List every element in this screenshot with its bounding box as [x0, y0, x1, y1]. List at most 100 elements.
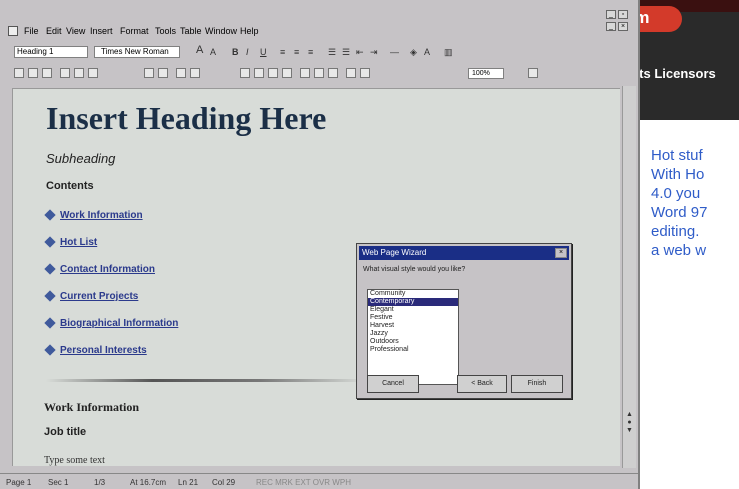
font-color-icon[interactable]: A — [424, 47, 430, 57]
grow-font-icon[interactable]: A — [196, 45, 203, 56]
increase-indent-icon[interactable]: ⇥ — [370, 47, 378, 57]
underline-icon[interactable]: U — [260, 47, 267, 57]
standard-toolbar: 100% — [0, 64, 638, 82]
section-heading: Work Information — [44, 400, 140, 414]
menu-table[interactable]: Table — [180, 26, 202, 36]
link-contact-information[interactable]: Contact Information — [44, 263, 155, 276]
close-icon[interactable]: × — [555, 248, 567, 258]
web-toolbar-icon[interactable] — [240, 68, 250, 78]
web-toolbar-icon-2[interactable] — [282, 68, 292, 78]
document-map-icon[interactable] — [346, 68, 356, 78]
status-page: Page 1 — [6, 478, 32, 487]
job-title: Job title — [44, 426, 87, 438]
document-heading: Insert Heading Here — [46, 100, 327, 136]
style-option[interactable]: Harvest — [368, 322, 458, 330]
align-center-icon[interactable]: ≡ — [294, 47, 299, 57]
side-article-text: Hot stuf With Ho 4.0 you Word 97 editing… — [651, 147, 708, 259]
dialog-title-bar: Web Page Wizard × — [359, 246, 569, 260]
link-biographical-information[interactable]: Biographical Information — [44, 317, 178, 330]
diamond-bullet-icon — [44, 209, 56, 222]
menu-help[interactable]: Help — [240, 26, 259, 36]
document-subheading: Subheading — [46, 151, 116, 166]
font-select[interactable]: Times New Roman — [94, 46, 180, 58]
status-modes: REC MRK EXT OVR WPH — [256, 478, 351, 487]
dialog-title: Web Page Wizard — [362, 248, 427, 257]
style-option[interactable]: Jazzy — [368, 330, 458, 338]
diamond-bullet-icon — [44, 263, 56, 276]
web-page-preview-icon[interactable] — [254, 68, 264, 78]
background-icon[interactable]: ▥ — [444, 47, 453, 57]
italic-icon[interactable]: I — [246, 47, 249, 57]
form-icon[interactable] — [328, 68, 338, 78]
menu-edit[interactable]: Edit — [46, 26, 62, 36]
menu-window[interactable]: Window — [205, 26, 237, 36]
diamond-bullet-icon — [44, 236, 56, 249]
link-hot-list[interactable]: Hot List — [44, 236, 97, 249]
page-nav-icon[interactable]: ▲ ● ▼ — [625, 411, 634, 459]
style-option-selected[interactable]: Contemporary — [368, 298, 458, 306]
dialog-question: What visual style would you like? — [363, 266, 466, 273]
save-icon[interactable] — [42, 68, 52, 78]
menu-format[interactable]: Format — [120, 26, 149, 36]
link-current-projects[interactable]: Current Projects — [44, 290, 138, 303]
link-personal-interests[interactable]: Personal Interests — [44, 344, 147, 357]
print-preview-icon[interactable] — [74, 68, 84, 78]
cancel-button[interactable]: Cancel — [367, 375, 419, 393]
menu-bar: File Edit View Insert Format Tools Table… — [0, 24, 638, 39]
menu-view[interactable]: View — [66, 26, 85, 36]
diamond-bullet-icon — [44, 344, 56, 357]
web-page-wizard-dialog: Web Page Wizard × What visual style woul… — [356, 243, 572, 399]
document-icon[interactable] — [8, 26, 18, 36]
diamond-bullet-icon — [44, 317, 56, 330]
help-icon[interactable] — [528, 68, 538, 78]
menu-insert[interactable]: Insert — [90, 26, 113, 36]
status-bar: Page 1 Sec 1 1/3 At 16.7cm Ln 21 Col 29 … — [0, 473, 638, 489]
spelling-icon[interactable] — [88, 68, 98, 78]
minimize-icon[interactable]: _ — [606, 10, 616, 19]
insert-picture-icon[interactable] — [314, 68, 324, 78]
restore-icon[interactable]: ▫ — [618, 10, 628, 19]
open-icon[interactable] — [28, 68, 38, 78]
numbered-list-icon[interactable]: ☰ — [328, 47, 336, 57]
style-option[interactable]: Professional — [368, 346, 458, 354]
status-at: At 16.7cm — [130, 478, 167, 487]
insert-table-icon[interactable] — [300, 68, 310, 78]
align-right-icon[interactable]: ≡ — [308, 47, 313, 57]
style-select[interactable]: Heading 1 — [14, 46, 88, 58]
new-doc-icon[interactable] — [14, 68, 24, 78]
redo-icon[interactable] — [190, 68, 200, 78]
word-window: _ ▫ _ × File Edit View Insert Format Too… — [0, 0, 640, 489]
vertical-scrollbar[interactable]: ▲ ● ▼ — [622, 86, 636, 468]
bullet-list-icon[interactable]: ☰ — [342, 47, 350, 57]
finish-button[interactable]: Finish — [511, 375, 563, 393]
link-work-information[interactable]: Work Information — [44, 209, 143, 222]
print-icon[interactable] — [60, 68, 70, 78]
undo-icon[interactable] — [176, 68, 186, 78]
shrink-font-icon[interactable]: A — [210, 47, 216, 57]
format-painter-icon[interactable] — [158, 68, 168, 78]
style-option[interactable]: Elegant — [368, 306, 458, 314]
body-text: Type some text — [44, 455, 105, 466]
visual-style-list[interactable]: Community Contemporary Elegant Festive H… — [367, 289, 459, 385]
horizontal-line-icon[interactable]: — — [390, 47, 399, 57]
menu-tools[interactable]: Tools — [155, 26, 176, 36]
style-option[interactable]: Outdoors — [368, 338, 458, 346]
menu-file[interactable]: File — [24, 26, 39, 36]
back-button[interactable]: < Back — [457, 375, 507, 393]
status-page-of: 1/3 — [94, 478, 106, 487]
formatting-toolbar: Heading 1 Times New Roman A A B I U ≡ ≡ … — [0, 44, 638, 60]
bold-icon[interactable]: B — [232, 47, 239, 57]
align-left-icon[interactable]: ≡ — [280, 47, 285, 57]
highlight-icon[interactable]: ◈ — [410, 47, 417, 57]
status-section: Sec 1 — [48, 478, 69, 487]
decrease-indent-icon[interactable]: ⇤ — [356, 47, 364, 57]
style-option[interactable]: Community — [368, 290, 458, 298]
style-option[interactable]: Festive — [368, 314, 458, 322]
copy-icon[interactable] — [144, 68, 154, 78]
zoom-select[interactable]: 100% — [468, 68, 504, 79]
show-hide-icon[interactable] — [360, 68, 370, 78]
contents-label: Contents — [46, 180, 94, 192]
status-line: Ln 21 — [178, 478, 199, 487]
horizontal-rule — [46, 379, 366, 382]
hyperlink-icon[interactable] — [268, 68, 278, 78]
